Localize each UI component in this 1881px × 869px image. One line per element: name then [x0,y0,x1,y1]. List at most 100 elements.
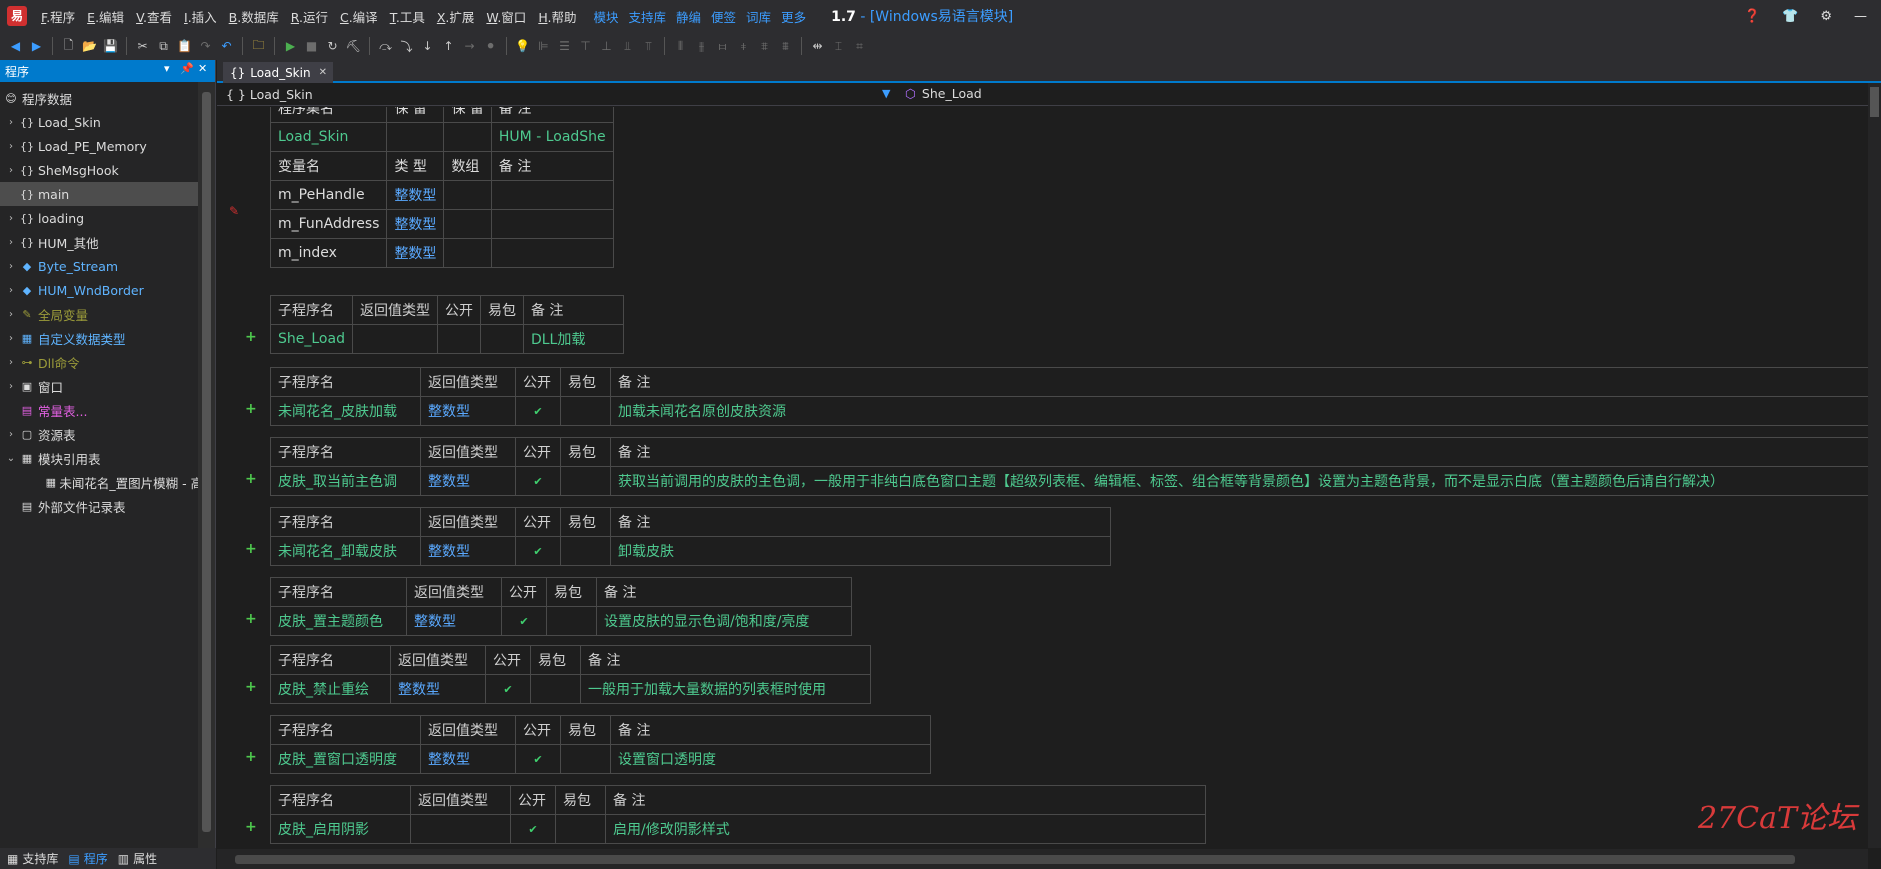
dropdown-icon[interactable]: ▾ [164,62,170,75]
menu-item[interactable]: I.插入 [178,7,223,26]
tree-arrow-icon[interactable]: › [4,333,18,344]
tree-item[interactable]: › ▣ 窗口 [0,374,215,398]
expand-plus-icon[interactable]: + [245,329,257,345]
menu-item[interactable]: T.工具 [384,7,431,26]
step-up-icon[interactable]: ↑ [439,37,458,56]
method-selector[interactable]: ⬡ She_Load [905,86,982,101]
tree-item[interactable]: ⌄ ▦ 模块引用表 [0,446,215,470]
tab-load-skin[interactable]: {} Load_Skin ✕ [223,62,333,83]
tree-item[interactable]: ›{} loading [0,206,215,230]
distribute-h-icon[interactable]: ⫴ [671,37,690,56]
menu-item[interactable]: W.窗口 [480,7,532,26]
tree-item[interactable]: ›{} HUM_其他 [0,230,215,254]
gear-icon[interactable]: ⚙ [1820,9,1832,24]
menu-link[interactable]: 模块 [588,7,623,26]
expand-plus-icon[interactable]: + [245,679,257,695]
breakpoint-icon[interactable]: ⚫ [481,37,500,56]
hint-icon[interactable]: 💡 [513,37,532,56]
lock-icon[interactable]: ⌶ [829,37,848,56]
same-height-icon[interactable]: ⧧ [734,37,753,56]
copy-icon[interactable]: ⧉ [154,37,173,56]
align-center-icon[interactable]: ☰ [555,37,574,56]
menu-link[interactable]: 便签 [706,7,741,26]
tree-item[interactable]: › ◆ HUM_WndBorder [0,278,215,302]
tree-arrow-icon[interactable]: › [4,213,18,224]
expand-plus-icon[interactable]: + [245,541,257,557]
tree-item[interactable]: ›{} SheMsgHook [0,158,215,182]
restart-icon[interactable]: ↻ [323,37,342,56]
expand-plus-icon[interactable]: + [245,749,257,765]
code-editor[interactable]: ✎ 程序集名保 留保 留备 注 Load_Skin HUM - LoadShe 变量名… [217,107,1881,849]
tree-arrow-icon[interactable]: › [4,429,18,440]
step-down-icon[interactable]: ↓ [418,37,437,56]
step-over-icon[interactable]: → [460,37,479,56]
new-file-icon[interactable]: 🗋 [59,37,78,56]
menu-link[interactable]: 更多 [776,7,811,26]
tree-arrow-icon[interactable]: › [4,381,18,392]
compile-icon[interactable]: ⛏ [344,37,363,56]
tree-item[interactable]: ▤ 常量表... [0,398,215,422]
open-folder-icon[interactable]: 📂 [80,37,99,56]
panel-scrollbar[interactable] [198,82,215,848]
tree-arrow-icon[interactable]: › [4,261,18,272]
bottom-tab[interactable]: ▤ 程序 [65,850,110,867]
tree-item[interactable]: {} main [0,182,215,206]
menu-item[interactable]: C.编译 [334,7,384,26]
editor-hscrollbar[interactable] [217,849,1868,869]
step-icon[interactable]: ⤼ [376,37,395,56]
menu-item[interactable]: E.编辑 [81,7,130,26]
tree-item[interactable]: 😊 程序数据 [0,86,215,110]
redo-icon[interactable]: ↷ [196,37,215,56]
menu-item[interactable]: F.程序 [35,7,81,26]
pin-icon[interactable]: 📌 [180,62,194,75]
undo-icon[interactable]: ↶ [217,37,236,56]
align-middle-icon[interactable]: ⊥ [597,37,616,56]
same-width-icon[interactable]: ⧦ [713,37,732,56]
distribute-v-icon[interactable]: ⫵ [692,37,711,56]
minimize-button[interactable]: — [1854,9,1867,24]
center-v-icon[interactable]: ⩩ [776,37,795,56]
skin-icon[interactable]: 👕 [1782,9,1798,24]
expand-plus-icon[interactable]: + [245,471,257,487]
class-selector[interactable]: { } Load_Skin [226,87,313,102]
align-left-icon[interactable]: ⊫ [534,37,553,56]
run-icon[interactable]: ▶ [281,37,300,56]
menu-item[interactable]: V.查看 [130,7,178,26]
align-top-icon[interactable]: ⊤ [576,37,595,56]
bottom-tab[interactable]: ▦ 支持库 [4,850,61,867]
tree-arrow-icon[interactable]: ⌄ [4,453,18,464]
cut-icon[interactable]: ✂ [133,37,152,56]
tree-arrow-icon[interactable]: › [4,237,18,248]
tree-item[interactable]: › ▢ 资源表 [0,422,215,446]
tree-arrow-icon[interactable]: › [4,141,18,152]
back-icon[interactable]: ◀ [6,37,25,56]
menu-link[interactable]: 静编 [671,7,706,26]
chevron-down-icon[interactable]: ▼ [882,87,890,100]
tree-arrow-icon[interactable]: › [4,165,18,176]
menu-item[interactable]: B.数据库 [223,7,285,26]
tree-arrow-icon[interactable]: › [4,357,18,368]
forward-icon[interactable]: ▶ [27,37,46,56]
tree-arrow-icon[interactable]: › [4,285,18,296]
tree-arrow-icon[interactable]: › [4,117,18,128]
menu-link[interactable]: 支持库 [624,7,672,26]
step-into-icon[interactable]: ⤵ [397,37,416,56]
align-bottom-icon[interactable]: ⫫ [618,37,637,56]
tree-item[interactable]: › ⊶ Dll命令 [0,350,215,374]
tree-item[interactable]: › ✎ 全局变量 [0,302,215,326]
grid-icon[interactable]: ⌗ [850,37,869,56]
menu-item[interactable]: H.帮助 [532,7,582,26]
center-h-icon[interactable]: ⩨ [755,37,774,56]
tree-item[interactable]: ▦ 未闻花名_置图片模糊 - 高... [0,470,215,494]
menu-link[interactable]: 词库 [741,7,776,26]
menu-item[interactable]: X.扩展 [431,7,481,26]
expand-plus-icon[interactable]: + [245,819,257,835]
save-icon[interactable]: 💾 [101,37,120,56]
expand-plus-icon[interactable]: + [245,401,257,417]
align-right-icon[interactable]: ⫪ [639,37,658,56]
tree-item[interactable]: › ▦ 自定义数据类型 [0,326,215,350]
tab-order-icon[interactable]: ⇹ [808,37,827,56]
paste-icon[interactable]: 📋 [175,37,194,56]
tree-item[interactable]: ›{} Load_Skin [0,110,215,134]
close-tab-icon[interactable]: ✕ [319,67,327,78]
